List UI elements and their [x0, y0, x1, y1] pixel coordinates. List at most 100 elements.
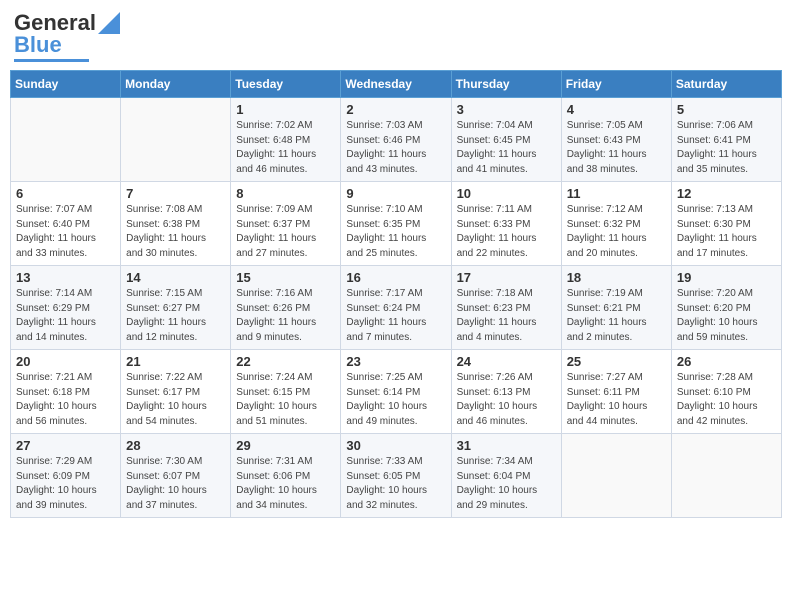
day-number: 9: [346, 186, 445, 201]
day-number: 27: [16, 438, 115, 453]
weekday-header: Friday: [561, 71, 671, 98]
day-number: 18: [567, 270, 666, 285]
day-number: 17: [457, 270, 556, 285]
calendar-cell: 28 Sunrise: 7:30 AMSunset: 6:07 PMDayligh…: [121, 434, 231, 518]
day-number: 20: [16, 354, 115, 369]
day-number: 22: [236, 354, 335, 369]
day-info: Sunrise: 7:31 AMSunset: 6:06 PMDaylight:…: [236, 455, 335, 513]
calendar-cell: [671, 434, 781, 518]
day-info: Sunrise: 7:33 AMSunset: 6:05 PMDaylight:…: [346, 455, 445, 513]
calendar-cell: [121, 98, 231, 182]
day-number: 14: [126, 270, 225, 285]
calendar-cell: 14 Sunrise: 7:15 AMSunset: 6:27 PMDayligh…: [121, 266, 231, 350]
weekday-header: Saturday: [671, 71, 781, 98]
weekday-header: Monday: [121, 71, 231, 98]
day-info: Sunrise: 7:26 AMSunset: 6:13 PMDaylight:…: [457, 371, 556, 429]
calendar-cell: 18Sunrise: 7:19 AMSunset: 6:21 PMDayligh…: [561, 266, 671, 350]
calendar-cell: 16 Sunrise: 7:17 AMSunset: 6:24 PMDayligh…: [341, 266, 451, 350]
calendar-cell: [11, 98, 121, 182]
calendar-cell: 20 Sunrise: 7:21 AMSunset: 6:18 PMDayligh…: [11, 350, 121, 434]
day-info: Sunrise: 7:03 AMSunset: 6:46 PMDaylight:…: [346, 119, 445, 177]
day-number: 16: [346, 270, 445, 285]
calendar-cell: [561, 434, 671, 518]
day-number: 30: [346, 438, 445, 453]
day-number: 19: [677, 270, 776, 285]
day-info: Sunrise: 7:28 AMSunset: 6:10 PMDaylight:…: [677, 371, 776, 429]
calendar-week-row: 1Sunrise: 7:02 AMSunset: 6:48 PMDaylight…: [11, 98, 782, 182]
day-number: 15: [236, 270, 335, 285]
calendar-cell: 26 Sunrise: 7:28 AMSunset: 6:10 PMDayligh…: [671, 350, 781, 434]
logo-underline: [14, 59, 89, 62]
calendar-week-row: 6 Sunrise: 7:07 AMSunset: 6:40 PMDaylight…: [11, 182, 782, 266]
calendar-cell: 9Sunrise: 7:10 AMSunset: 6:35 PMDaylight…: [341, 182, 451, 266]
calendar-cell: 12Sunrise: 7:13 AMSunset: 6:30 PMDayligh…: [671, 182, 781, 266]
day-info: Sunrise: 7:14 AMSunset: 6:29 PMDaylight:…: [16, 287, 115, 345]
day-info: Sunrise: 7:24 AMSunset: 6:15 PMDaylight:…: [236, 371, 335, 429]
calendar-cell: 30 Sunrise: 7:33 AMSunset: 6:05 PMDayligh…: [341, 434, 451, 518]
day-number: 3: [457, 102, 556, 117]
day-number: 4: [567, 102, 666, 117]
day-info: Sunrise: 7:17 AMSunset: 6:24 PMDaylight:…: [346, 287, 445, 345]
day-number: 13: [16, 270, 115, 285]
day-number: 25: [567, 354, 666, 369]
calendar-cell: 5Sunrise: 7:06 AMSunset: 6:41 PMDaylight…: [671, 98, 781, 182]
day-number: 5: [677, 102, 776, 117]
calendar-cell: 24 Sunrise: 7:26 AMSunset: 6:13 PMDayligh…: [451, 350, 561, 434]
calendar-cell: 4Sunrise: 7:05 AMSunset: 6:43 PMDaylight…: [561, 98, 671, 182]
day-info: Sunrise: 7:34 AMSunset: 6:04 PMDaylight:…: [457, 455, 556, 513]
day-number: 23: [346, 354, 445, 369]
day-number: 31: [457, 438, 556, 453]
day-info: Sunrise: 7:21 AMSunset: 6:18 PMDaylight:…: [16, 371, 115, 429]
calendar-cell: 23 Sunrise: 7:25 AMSunset: 6:14 PMDayligh…: [341, 350, 451, 434]
calendar-cell: 27Sunrise: 7:29 AMSunset: 6:09 PMDayligh…: [11, 434, 121, 518]
day-info: Sunrise: 7:15 AMSunset: 6:27 PMDaylight:…: [126, 287, 225, 345]
weekday-header: Tuesday: [231, 71, 341, 98]
calendar-cell: 10Sunrise: 7:11 AMSunset: 6:33 PMDayligh…: [451, 182, 561, 266]
calendar-cell: 22 Sunrise: 7:24 AMSunset: 6:15 PMDayligh…: [231, 350, 341, 434]
day-info: Sunrise: 7:27 AMSunset: 6:11 PMDaylight:…: [567, 371, 666, 429]
day-info: Sunrise: 7:02 AMSunset: 6:48 PMDaylight:…: [236, 119, 335, 177]
weekday-header: Thursday: [451, 71, 561, 98]
day-info: Sunrise: 7:22 AMSunset: 6:17 PMDaylight:…: [126, 371, 225, 429]
day-info: Sunrise: 7:18 AMSunset: 6:23 PMDaylight:…: [457, 287, 556, 345]
day-info: Sunrise: 7:20 AMSunset: 6:20 PMDaylight:…: [677, 287, 776, 345]
calendar-table: SundayMondayTuesdayWednesdayThursdayFrid…: [10, 70, 782, 518]
day-number: 10: [457, 186, 556, 201]
day-number: 8: [236, 186, 335, 201]
calendar-week-row: 27Sunrise: 7:29 AMSunset: 6:09 PMDayligh…: [11, 434, 782, 518]
day-info: Sunrise: 7:12 AMSunset: 6:32 PMDaylight:…: [567, 203, 666, 261]
calendar-cell: 1Sunrise: 7:02 AMSunset: 6:48 PMDaylight…: [231, 98, 341, 182]
calendar-cell: 11Sunrise: 7:12 AMSunset: 6:32 PMDayligh…: [561, 182, 671, 266]
calendar-cell: 15 Sunrise: 7:16 AMSunset: 6:26 PMDayligh…: [231, 266, 341, 350]
logo: General Blue: [14, 10, 120, 62]
day-number: 7: [126, 186, 225, 201]
calendar-week-row: 13 Sunrise: 7:14 AMSunset: 6:29 PMDayligh…: [11, 266, 782, 350]
calendar-cell: 31 Sunrise: 7:34 AMSunset: 6:04 PMDayligh…: [451, 434, 561, 518]
day-number: 6: [16, 186, 115, 201]
day-info: Sunrise: 7:25 AMSunset: 6:14 PMDaylight:…: [346, 371, 445, 429]
logo-general: General: [14, 10, 96, 36]
weekday-header: Sunday: [11, 71, 121, 98]
calendar-cell: 17 Sunrise: 7:18 AMSunset: 6:23 PMDayligh…: [451, 266, 561, 350]
weekday-header: Wednesday: [341, 71, 451, 98]
day-number: 28: [126, 438, 225, 453]
page-header: General Blue: [10, 10, 782, 62]
day-number: 21: [126, 354, 225, 369]
day-number: 2: [346, 102, 445, 117]
calendar-cell: 29 Sunrise: 7:31 AMSunset: 6:06 PMDayligh…: [231, 434, 341, 518]
calendar-cell: 7 Sunrise: 7:08 AMSunset: 6:38 PMDaylight…: [121, 182, 231, 266]
day-info: Sunrise: 7:16 AMSunset: 6:26 PMDaylight:…: [236, 287, 335, 345]
day-number: 26: [677, 354, 776, 369]
day-number: 29: [236, 438, 335, 453]
day-number: 24: [457, 354, 556, 369]
day-info: Sunrise: 7:30 AMSunset: 6:07 PMDaylight:…: [126, 455, 225, 513]
day-info: Sunrise: 7:13 AMSunset: 6:30 PMDaylight:…: [677, 203, 776, 261]
day-info: Sunrise: 7:07 AMSunset: 6:40 PMDaylight:…: [16, 203, 115, 261]
logo-icon: [98, 12, 120, 34]
calendar-cell: 3Sunrise: 7:04 AMSunset: 6:45 PMDaylight…: [451, 98, 561, 182]
day-info: Sunrise: 7:08 AMSunset: 6:38 PMDaylight:…: [126, 203, 225, 261]
calendar-header-row: SundayMondayTuesdayWednesdayThursdayFrid…: [11, 71, 782, 98]
calendar-week-row: 20 Sunrise: 7:21 AMSunset: 6:18 PMDayligh…: [11, 350, 782, 434]
calendar-cell: 13 Sunrise: 7:14 AMSunset: 6:29 PMDayligh…: [11, 266, 121, 350]
calendar-cell: 21 Sunrise: 7:22 AMSunset: 6:17 PMDayligh…: [121, 350, 231, 434]
